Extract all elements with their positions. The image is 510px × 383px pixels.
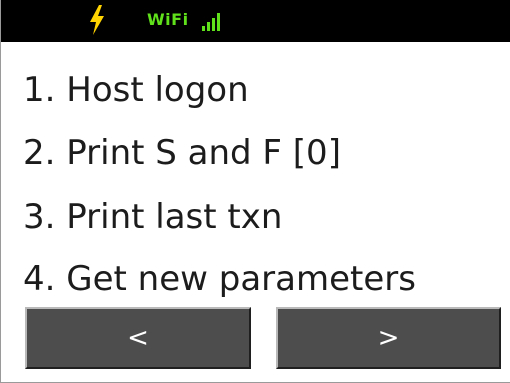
menu-item-print-s-and-f[interactable]: 2. Print S and F [0] bbox=[23, 133, 341, 173]
previous-page-button[interactable]: < bbox=[25, 307, 251, 369]
menu-item-get-new-parameters[interactable]: 4. Get new parameters bbox=[23, 259, 416, 299]
signal-bars-icon bbox=[202, 13, 220, 31]
menu-item-print-last-txn[interactable]: 3. Print last txn bbox=[23, 197, 282, 237]
terminal-screen: WiFi 1. Host logon 2. Print S and F [0] … bbox=[0, 0, 510, 383]
next-page-button[interactable]: > bbox=[276, 307, 501, 369]
menu-item-host-logon[interactable]: 1. Host logon bbox=[23, 70, 249, 110]
status-bar: WiFi bbox=[1, 0, 510, 42]
lightning-bolt-icon bbox=[90, 5, 104, 35]
wifi-label: WiFi bbox=[147, 10, 189, 29]
